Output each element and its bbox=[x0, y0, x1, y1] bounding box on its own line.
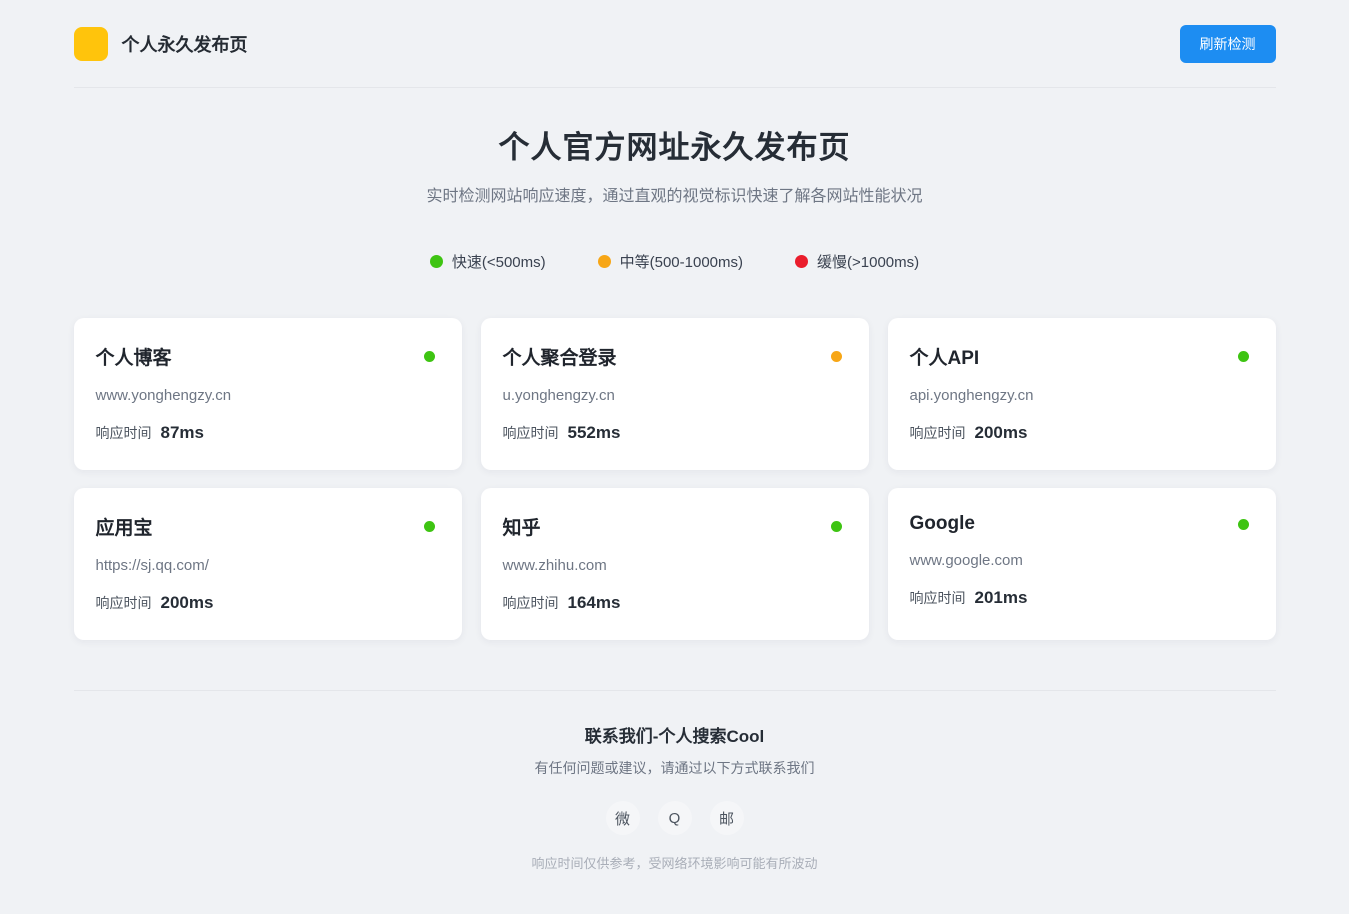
page-subtitle: 实时检测网站响应速度，通过直观的视觉标识快速了解各网站性能状况 bbox=[426, 188, 923, 205]
hero-section: 个人官方网址永久发布页 实时检测网站响应速度，通过直观的视觉标识快速了解各网站性… bbox=[74, 122, 1276, 206]
response-value: 552ms bbox=[567, 423, 621, 442]
site-url: u.yonghengzy.cn bbox=[502, 387, 615, 404]
response-value: 201ms bbox=[974, 588, 1028, 607]
site-url: www.google.com bbox=[909, 552, 1023, 569]
contact-icons-row: 微 Q 邮 bbox=[74, 801, 1276, 835]
response-value: 200ms bbox=[974, 423, 1028, 442]
footer-title: 联系我们-个人搜索Cool bbox=[584, 727, 765, 746]
card-head: 个人博客 bbox=[96, 343, 438, 370]
site-card-aggregate-login[interactable]: 个人聚合登录 u.yonghengzy.cn 响应时间 552ms bbox=[480, 318, 869, 470]
card-head: 个人API bbox=[910, 343, 1252, 370]
site-name: 个人聚合登录 bbox=[502, 348, 617, 369]
legend-label: 快速(<500ms) bbox=[451, 254, 546, 271]
site-card-grid: 个人博客 www.yonghengzy.cn 响应时间 87ms 个人聚合登录 … bbox=[73, 318, 1276, 640]
site-name: 个人博客 bbox=[95, 348, 172, 369]
site-card-yingyongbao[interactable]: 应用宝 https://sj.qq.com/ 响应时间 200ms bbox=[73, 488, 462, 640]
response-row: 响应时间 200ms bbox=[910, 423, 1252, 443]
legend-item-slow: 缓慢(>1000ms) bbox=[795, 251, 919, 272]
response-row: 响应时间 552ms bbox=[503, 423, 845, 443]
response-label: 响应时间 bbox=[502, 425, 559, 441]
site-url: https://sj.qq.com/ bbox=[95, 557, 209, 574]
status-dot-icon bbox=[1237, 351, 1249, 362]
footer-subtitle: 有任何问题或建议，请通过以下方式联系我们 bbox=[534, 760, 815, 776]
card-head: Google bbox=[910, 513, 1252, 535]
site-card-api[interactable]: 个人API api.yonghengzy.cn 响应时间 200ms bbox=[887, 318, 1276, 470]
response-label: 响应时间 bbox=[95, 425, 152, 441]
site-card-zhihu[interactable]: 知乎 www.zhihu.com 响应时间 164ms bbox=[480, 488, 869, 640]
page-container: 个人永久发布页 刷新检测 个人官方网址永久发布页 实时检测网站响应速度，通过直观… bbox=[73, 0, 1276, 914]
status-dot-icon bbox=[830, 521, 842, 532]
response-label: 响应时间 bbox=[909, 590, 966, 606]
card-head: 个人聚合登录 bbox=[503, 343, 845, 370]
slow-dot-icon bbox=[795, 255, 809, 268]
fast-dot-icon bbox=[429, 255, 443, 268]
site-name: Google bbox=[909, 513, 975, 534]
response-label: 响应时间 bbox=[909, 425, 966, 441]
page-title: 个人官方网址永久发布页 bbox=[498, 130, 851, 165]
response-row: 响应时间 87ms bbox=[96, 423, 438, 443]
card-head: 应用宝 bbox=[96, 513, 438, 540]
response-label: 响应时间 bbox=[95, 595, 152, 611]
site-name: 应用宝 bbox=[95, 518, 153, 539]
legend-item-fast: 快速(<500ms) bbox=[429, 251, 546, 272]
site-url: www.yonghengzy.cn bbox=[95, 387, 232, 404]
site-url: api.yonghengzy.cn bbox=[909, 387, 1034, 404]
response-label: 响应时间 bbox=[502, 595, 559, 611]
site-name: 知乎 bbox=[502, 518, 541, 539]
status-dot-icon bbox=[423, 521, 435, 532]
header: 个人永久发布页 刷新检测 bbox=[73, 0, 1276, 88]
status-dot-icon bbox=[1237, 518, 1249, 530]
response-value: 200ms bbox=[160, 593, 214, 612]
response-value: 164ms bbox=[567, 593, 621, 612]
response-row: 响应时间 201ms bbox=[910, 588, 1252, 608]
wechat-icon[interactable]: 微 bbox=[605, 801, 640, 835]
response-row: 响应时间 200ms bbox=[96, 593, 438, 613]
refresh-check-button[interactable]: 刷新检测 bbox=[1179, 24, 1276, 63]
footer-divider bbox=[73, 690, 1276, 691]
footer: 联系我们-个人搜索Cool 有任何问题或建议，请通过以下方式联系我们 微 Q 邮… bbox=[74, 722, 1276, 914]
response-row: 响应时间 164ms bbox=[503, 593, 845, 613]
speed-legend: 快速(<500ms) 中等(500-1000ms) 缓慢(>1000ms) bbox=[74, 251, 1276, 272]
card-head: 知乎 bbox=[503, 513, 845, 540]
legend-label: 缓慢(>1000ms) bbox=[817, 254, 920, 271]
status-dot-icon bbox=[423, 351, 435, 362]
medium-dot-icon bbox=[597, 255, 611, 268]
site-card-google[interactable]: Google www.google.com 响应时间 201ms bbox=[887, 488, 1276, 640]
site-logo-icon bbox=[73, 26, 108, 61]
mail-icon[interactable]: 邮 bbox=[709, 801, 744, 835]
legend-item-medium: 中等(500-1000ms) bbox=[597, 251, 744, 272]
site-url: www.zhihu.com bbox=[502, 557, 607, 574]
status-dot-icon bbox=[830, 351, 842, 362]
site-name: 个人API bbox=[909, 348, 980, 369]
site-title: 个人永久发布页 bbox=[121, 34, 248, 55]
footer-disclaimer: 响应时间仅供参考，受网络环境影响可能有所波动 bbox=[531, 856, 818, 871]
legend-label: 中等(500-1000ms) bbox=[619, 254, 744, 271]
site-card-blog[interactable]: 个人博客 www.yonghengzy.cn 响应时间 87ms bbox=[73, 318, 462, 470]
response-value: 87ms bbox=[160, 423, 204, 442]
qq-icon[interactable]: Q bbox=[657, 801, 692, 835]
